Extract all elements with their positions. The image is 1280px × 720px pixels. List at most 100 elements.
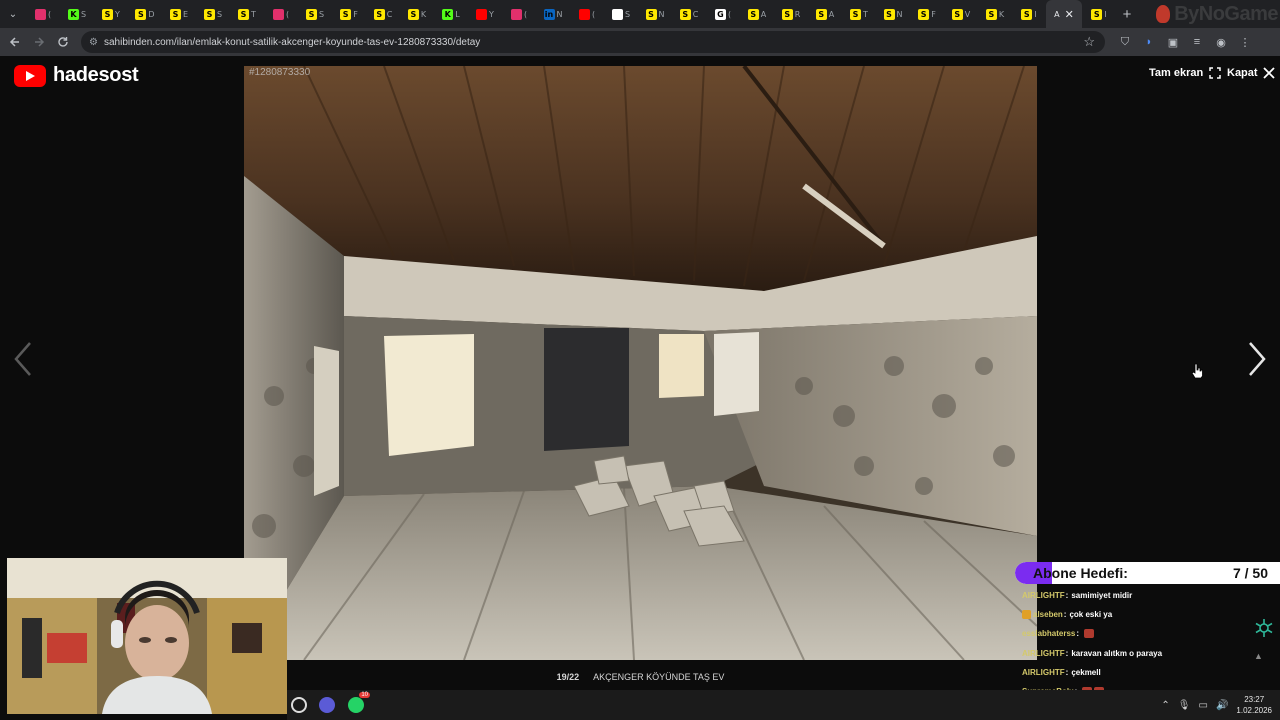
kick-icon: K bbox=[67, 8, 79, 20]
browser-tab[interactable]: SA bbox=[740, 0, 774, 28]
more-vert-icon[interactable]: ⋮ bbox=[1233, 28, 1257, 56]
sahibinden-icon: S bbox=[918, 8, 930, 20]
clock[interactable]: 23:27 1.02.2026 bbox=[1236, 694, 1272, 716]
chat-message: AIRLIGHTF: çekmell bbox=[1022, 663, 1262, 682]
active-browser-tab[interactable]: A ✕ bbox=[1046, 0, 1082, 28]
clock-date: 1.02.2026 bbox=[1236, 706, 1272, 715]
browser-tab[interactable]: SF bbox=[910, 0, 944, 28]
browser-tab[interactable]: ( bbox=[570, 0, 604, 28]
sahibinden-icon: S bbox=[305, 8, 317, 20]
browser-tab[interactable]: SA bbox=[808, 0, 842, 28]
bookmark-star-icon[interactable]: ☆ bbox=[1083, 34, 1095, 50]
listing-photo[interactable] bbox=[244, 66, 1037, 660]
network-icon[interactable]: ▭ bbox=[1199, 700, 1208, 711]
tab-title: K bbox=[998, 9, 1005, 19]
forward-arrow-icon[interactable] bbox=[27, 28, 51, 56]
tab-title: ( bbox=[591, 9, 596, 19]
tab-title: N bbox=[896, 9, 903, 19]
fullscreen-button[interactable]: Tam ekran bbox=[1149, 67, 1221, 79]
browser-tab[interactable]: SY bbox=[94, 0, 128, 28]
browser-tab[interactable]: G( bbox=[706, 0, 740, 28]
browser-tab[interactable]: ( bbox=[26, 0, 60, 28]
volume-icon[interactable]: 🔊 bbox=[1216, 700, 1228, 711]
browser-tab[interactable]: SI bbox=[1082, 0, 1116, 28]
browser-tab[interactable]: SK bbox=[400, 0, 434, 28]
microphone-icon[interactable]: 🎙 bbox=[1178, 700, 1191, 711]
plus-icon[interactable]: + bbox=[1116, 6, 1138, 23]
tab-title: S bbox=[318, 9, 325, 19]
browser-tab[interactable]: in N bbox=[536, 0, 570, 28]
browser-tab[interactable]: SV bbox=[944, 0, 978, 28]
browser-tab[interactable]: SS bbox=[196, 0, 230, 28]
app-icon[interactable] bbox=[291, 697, 307, 713]
tab-list: (K S S Y S D S E S S S T(S S S F S C S K K L Y(in N(S S N S C G(S A S… bbox=[26, 0, 1280, 28]
chevron-up-icon[interactable]: ⌃ bbox=[1161, 700, 1169, 711]
tab-title: A bbox=[828, 9, 835, 19]
chevron-right-icon bbox=[1249, 342, 1266, 376]
browser-tab[interactable]: SC bbox=[672, 0, 706, 28]
tab-title: S bbox=[80, 9, 87, 19]
taskbar: 10 ⌃ 🎙 ▭ 🔊 23:27 1.02.2026 bbox=[287, 690, 1280, 720]
next-photo-button[interactable] bbox=[1244, 341, 1268, 377]
sahibinden-icon: S bbox=[238, 8, 250, 20]
sahibinden-icon: S bbox=[951, 8, 963, 20]
badge-icon bbox=[1022, 610, 1031, 620]
browser-tab[interactable]: SS bbox=[298, 0, 332, 28]
sahibinden-icon: S bbox=[1021, 8, 1033, 20]
close-button[interactable]: Kapat bbox=[1227, 67, 1275, 79]
tab-title: L bbox=[455, 9, 460, 19]
system-tray: ⌃ 🎙 ▭ 🔊 23:27 1.02.2026 bbox=[1161, 694, 1272, 716]
app-icon[interactable] bbox=[319, 697, 335, 713]
whatsapp-icon[interactable]: 10 bbox=[348, 692, 370, 713]
shield-icon[interactable]: ⛉ bbox=[1113, 28, 1137, 56]
tab-title: F bbox=[931, 9, 936, 19]
tab-title: D bbox=[148, 9, 155, 19]
openai-icon[interactable] bbox=[1253, 617, 1275, 639]
sahibinden-icon: S bbox=[407, 8, 419, 20]
browser-tab[interactable]: S bbox=[604, 0, 638, 28]
sahibinden-icon: S bbox=[1091, 8, 1103, 20]
browser-tab[interactable]: KS bbox=[60, 0, 94, 28]
browser-tab[interactable]: SN bbox=[638, 0, 672, 28]
browser-tab-strip: ⌄ (K S S Y S D S E S S S T(S S S F S C S K K L Y(in N(S S N S C G(S… bbox=[0, 0, 1280, 28]
previous-photo-button[interactable] bbox=[12, 341, 36, 377]
browser-tab[interactable]: KL bbox=[434, 0, 468, 28]
browser-tab[interactable]: SK bbox=[978, 0, 1012, 28]
browser-tab[interactable]: ST bbox=[842, 0, 876, 28]
browser-tab[interactable]: SD bbox=[128, 0, 162, 28]
scroll-up-icon[interactable]: ▲ bbox=[1254, 651, 1263, 661]
sahibinden-icon: S bbox=[883, 8, 895, 20]
close-label: Kapat bbox=[1227, 67, 1258, 79]
url-text: sahibinden.com/ilan/emlak-konut-satilik-… bbox=[103, 36, 481, 48]
instagram-icon bbox=[510, 8, 522, 20]
translate-icon[interactable]: ◗ bbox=[1137, 28, 1161, 56]
tab-title: N bbox=[556, 9, 563, 19]
sahibinden-icon: S bbox=[781, 8, 793, 20]
browser-tab[interactable]: SI bbox=[1012, 0, 1046, 28]
reload-icon[interactable] bbox=[51, 28, 75, 56]
site-info-icon[interactable]: ⚙ bbox=[89, 37, 98, 48]
tab-title: ( bbox=[727, 9, 732, 19]
browser-tab[interactable]: ( bbox=[264, 0, 298, 28]
youtube-icon bbox=[578, 8, 590, 20]
browser-tab[interactable]: SE bbox=[162, 0, 196, 28]
browser-tab[interactable]: SN bbox=[876, 0, 910, 28]
browser-tab[interactable]: SR bbox=[774, 0, 808, 28]
chevron-left-icon bbox=[14, 342, 31, 376]
youtube-icon bbox=[14, 64, 46, 87]
browser-tab[interactable]: ( bbox=[502, 0, 536, 28]
profile-icon[interactable]: ◉ bbox=[1209, 28, 1233, 56]
url-field[interactable]: ⚙ sahibinden.com/ilan/emlak-konut-satili… bbox=[81, 31, 1105, 53]
close-icon[interactable]: ✕ bbox=[1065, 8, 1074, 21]
chat-username: AIRLIGHTF bbox=[1022, 648, 1065, 658]
puzzle-icon[interactable]: ▣ bbox=[1161, 28, 1185, 56]
browser-tab[interactable]: Y bbox=[468, 0, 502, 28]
browser-tab[interactable]: SC bbox=[366, 0, 400, 28]
tab-title: T bbox=[863, 9, 868, 19]
chevron-down-icon[interactable]: ⌄ bbox=[0, 0, 26, 28]
media-icon[interactable]: ≡ bbox=[1185, 28, 1209, 56]
browser-tab[interactable]: SF bbox=[332, 0, 366, 28]
chat-separator: : bbox=[1076, 629, 1080, 639]
back-arrow-icon[interactable] bbox=[3, 28, 27, 56]
browser-tab[interactable]: ST bbox=[230, 0, 264, 28]
